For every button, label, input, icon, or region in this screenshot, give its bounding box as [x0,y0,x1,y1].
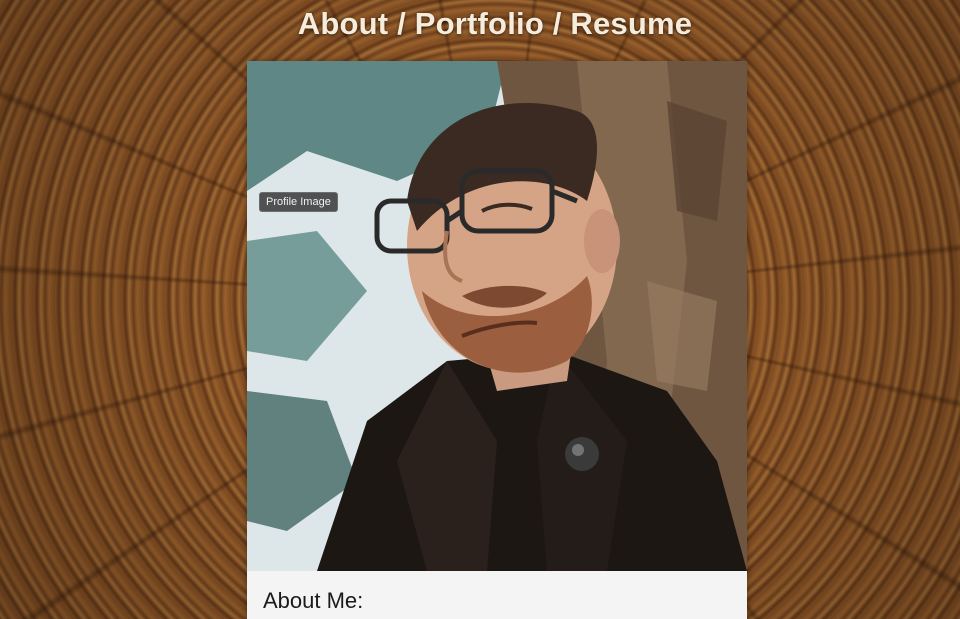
profile-image-tooltip: Profile Image [259,192,338,212]
profile-photo-illustration [247,61,747,571]
about-me-heading: About Me: [263,588,364,613]
page-title: About / Portfolio / Resume [297,6,693,41]
profile-card: About Me: [247,61,747,619]
profile-image [247,61,747,571]
